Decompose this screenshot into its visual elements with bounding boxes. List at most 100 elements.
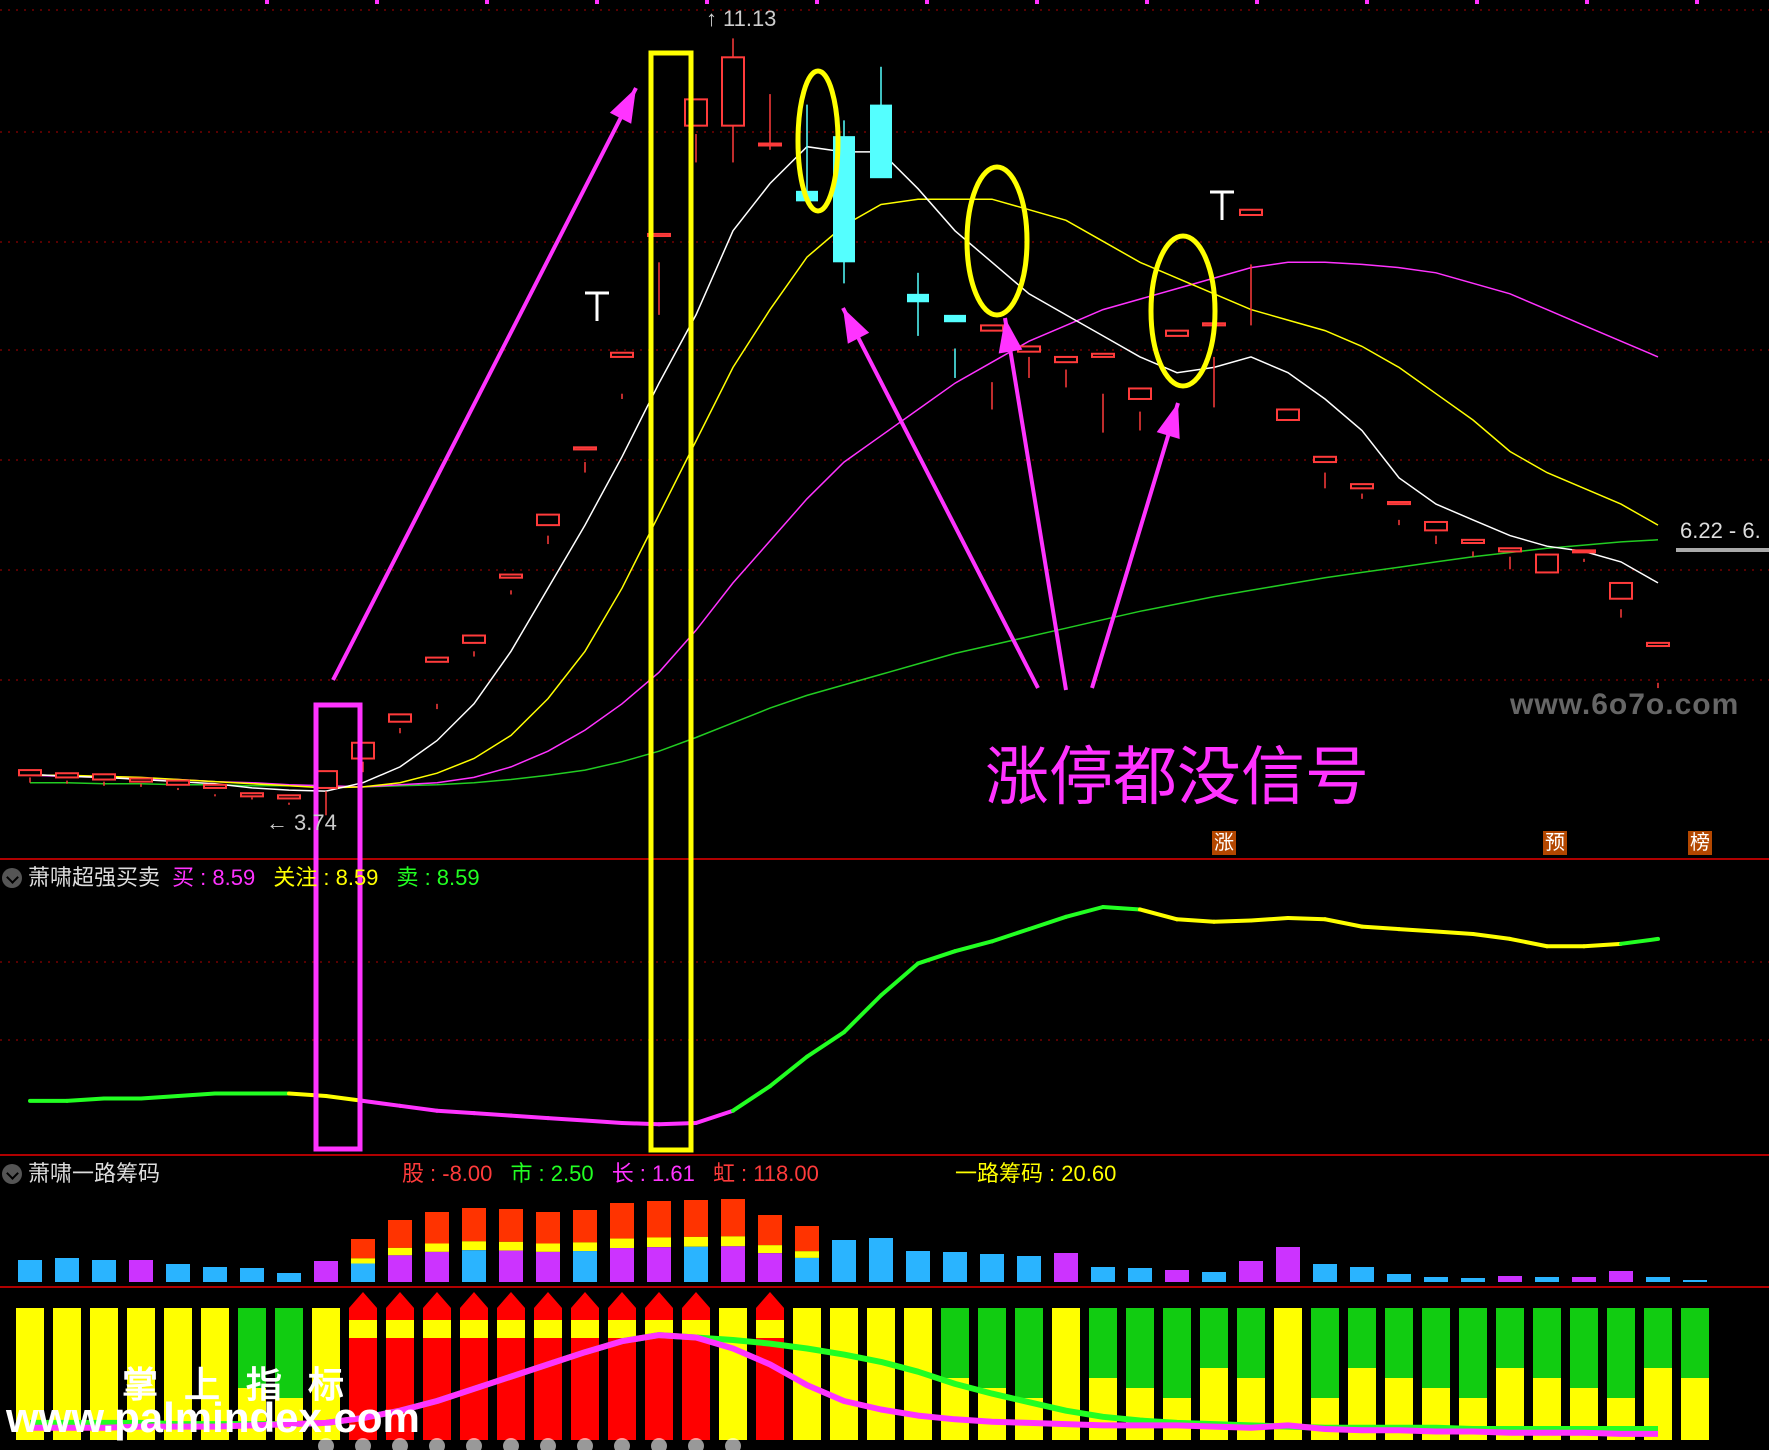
chip-column-yellow — [1163, 1398, 1191, 1440]
chip-bar — [1091, 1267, 1115, 1282]
chip-bar-base — [610, 1248, 634, 1282]
collapse-icon[interactable] — [2, 868, 22, 888]
chip-bar-base — [573, 1251, 597, 1282]
chip-column-band — [386, 1320, 414, 1338]
top-marker — [705, 0, 709, 4]
candle-body-up — [92, 773, 116, 781]
chip-bar — [1239, 1261, 1263, 1282]
indicator1-segment — [1175, 917, 1216, 924]
chip-arrow — [497, 1292, 525, 1308]
candle-body-up — [1387, 501, 1411, 506]
candle-body-up — [203, 783, 227, 789]
chip-bar-mid — [684, 1236, 708, 1247]
indicator1-segment — [139, 1094, 180, 1101]
candle-body-up — [1054, 355, 1078, 364]
chip-column — [867, 1308, 895, 1440]
candle-body-up — [1572, 549, 1596, 554]
chip-bar-top — [647, 1201, 671, 1238]
chip-bar — [1165, 1270, 1189, 1282]
chip-bar-mid — [536, 1243, 560, 1252]
watch-value: 8.59 — [335, 865, 379, 890]
candle-body-up — [721, 56, 745, 127]
chip-bar-base — [462, 1250, 486, 1282]
chip-bar — [869, 1238, 893, 1282]
arrow-signal-1 — [841, 307, 1040, 689]
chip-bar — [18, 1260, 42, 1282]
indicator1-segment — [731, 1084, 772, 1113]
indicator2-values: 股: -8.00 市: 2.50 长: 1.61 虹: 118.00 — [402, 1161, 819, 1186]
indicator1-segment — [1286, 916, 1327, 922]
indicator1-segment — [1397, 927, 1438, 934]
chip-column-band — [534, 1320, 562, 1338]
indicator1-segment — [805, 1030, 846, 1059]
collapse-icon[interactable] — [2, 1164, 22, 1184]
arrow-signal-1-head — [843, 308, 870, 344]
chip-bar-top — [684, 1200, 708, 1237]
indicator1-segment — [176, 1091, 217, 1098]
ma10-line — [30, 198, 1659, 789]
highlight-ellipse — [964, 164, 1030, 318]
candle-body-up — [462, 634, 486, 644]
indicator1-segment — [1212, 918, 1253, 924]
chip-bar — [906, 1251, 930, 1282]
chip-column — [1052, 1308, 1080, 1440]
chip-bar — [1387, 1274, 1411, 1282]
candle-body-up — [758, 142, 782, 147]
candle-body-up — [240, 792, 264, 798]
chip-bar-base — [351, 1263, 375, 1282]
chip-bar — [1461, 1278, 1485, 1282]
chip-bar-mid — [462, 1241, 486, 1251]
candle-body-up — [277, 794, 301, 800]
candle-body-up — [1313, 455, 1337, 464]
chip-bar-base — [721, 1246, 745, 1282]
tag-bang: 榜 — [1688, 831, 1712, 855]
chip-column-band — [349, 1320, 377, 1338]
chip-bar — [1202, 1272, 1226, 1282]
indicator1-segment — [472, 1111, 513, 1118]
chip-bar — [1535, 1277, 1559, 1282]
chip-column-band — [571, 1320, 599, 1338]
indicator1-name: 萧啸超强买卖 — [28, 865, 161, 890]
gu-value: -8.00 — [442, 1161, 493, 1186]
chip-bar-top — [795, 1226, 819, 1252]
chip-bar-base — [795, 1257, 819, 1282]
chip-arrow — [423, 1292, 451, 1308]
chip-bar — [1054, 1253, 1078, 1282]
candle-body-down — [944, 314, 966, 323]
chip-bar-mid — [425, 1243, 449, 1252]
chip-bar-mid — [388, 1247, 412, 1256]
chip-bar-top — [499, 1209, 523, 1242]
hong-value: 118.00 — [753, 1161, 819, 1186]
chip-arrow — [608, 1292, 636, 1308]
annotation-text: 涨停都没信号 — [985, 741, 1369, 813]
chip-bar — [1498, 1276, 1522, 1282]
arrow-signal-2 — [1003, 317, 1068, 691]
top-marker — [595, 0, 599, 4]
top-marker — [1475, 0, 1479, 4]
chip-bar-top — [351, 1239, 375, 1259]
chip-arrow — [534, 1292, 562, 1308]
candle-body-up — [1535, 553, 1559, 574]
chip-column-yellow — [1126, 1388, 1154, 1440]
candle-body-up — [129, 777, 153, 783]
top-marker — [1585, 0, 1589, 4]
indicator1-header: 萧啸超强买卖 买: 8.59 关注: 8.59 卖: 8.59 — [2, 860, 492, 892]
chip-arrow — [682, 1292, 710, 1308]
chip-value-label: 一路筹码: 20.60 — [955, 1161, 1117, 1186]
stock-chart-canvas — [0, 0, 1769, 1450]
indicator1-segment — [361, 1098, 402, 1108]
indicator1-segment — [435, 1108, 476, 1116]
candle-body-up — [351, 741, 375, 760]
buy-value: 8.59 — [212, 865, 256, 890]
watermark-palm-url: www.palmindex.com — [6, 1394, 420, 1441]
tag-yu: 预 — [1543, 831, 1567, 855]
candle-body-up — [499, 573, 523, 579]
chip-bar — [92, 1260, 116, 1282]
candle-body-down — [907, 293, 929, 303]
chip-bar — [980, 1254, 1004, 1282]
chip-bar — [1424, 1277, 1448, 1282]
chip-bar-base — [388, 1255, 412, 1282]
chip-bar — [166, 1264, 190, 1282]
top-marker — [265, 0, 269, 4]
candle-body-up — [18, 769, 42, 777]
